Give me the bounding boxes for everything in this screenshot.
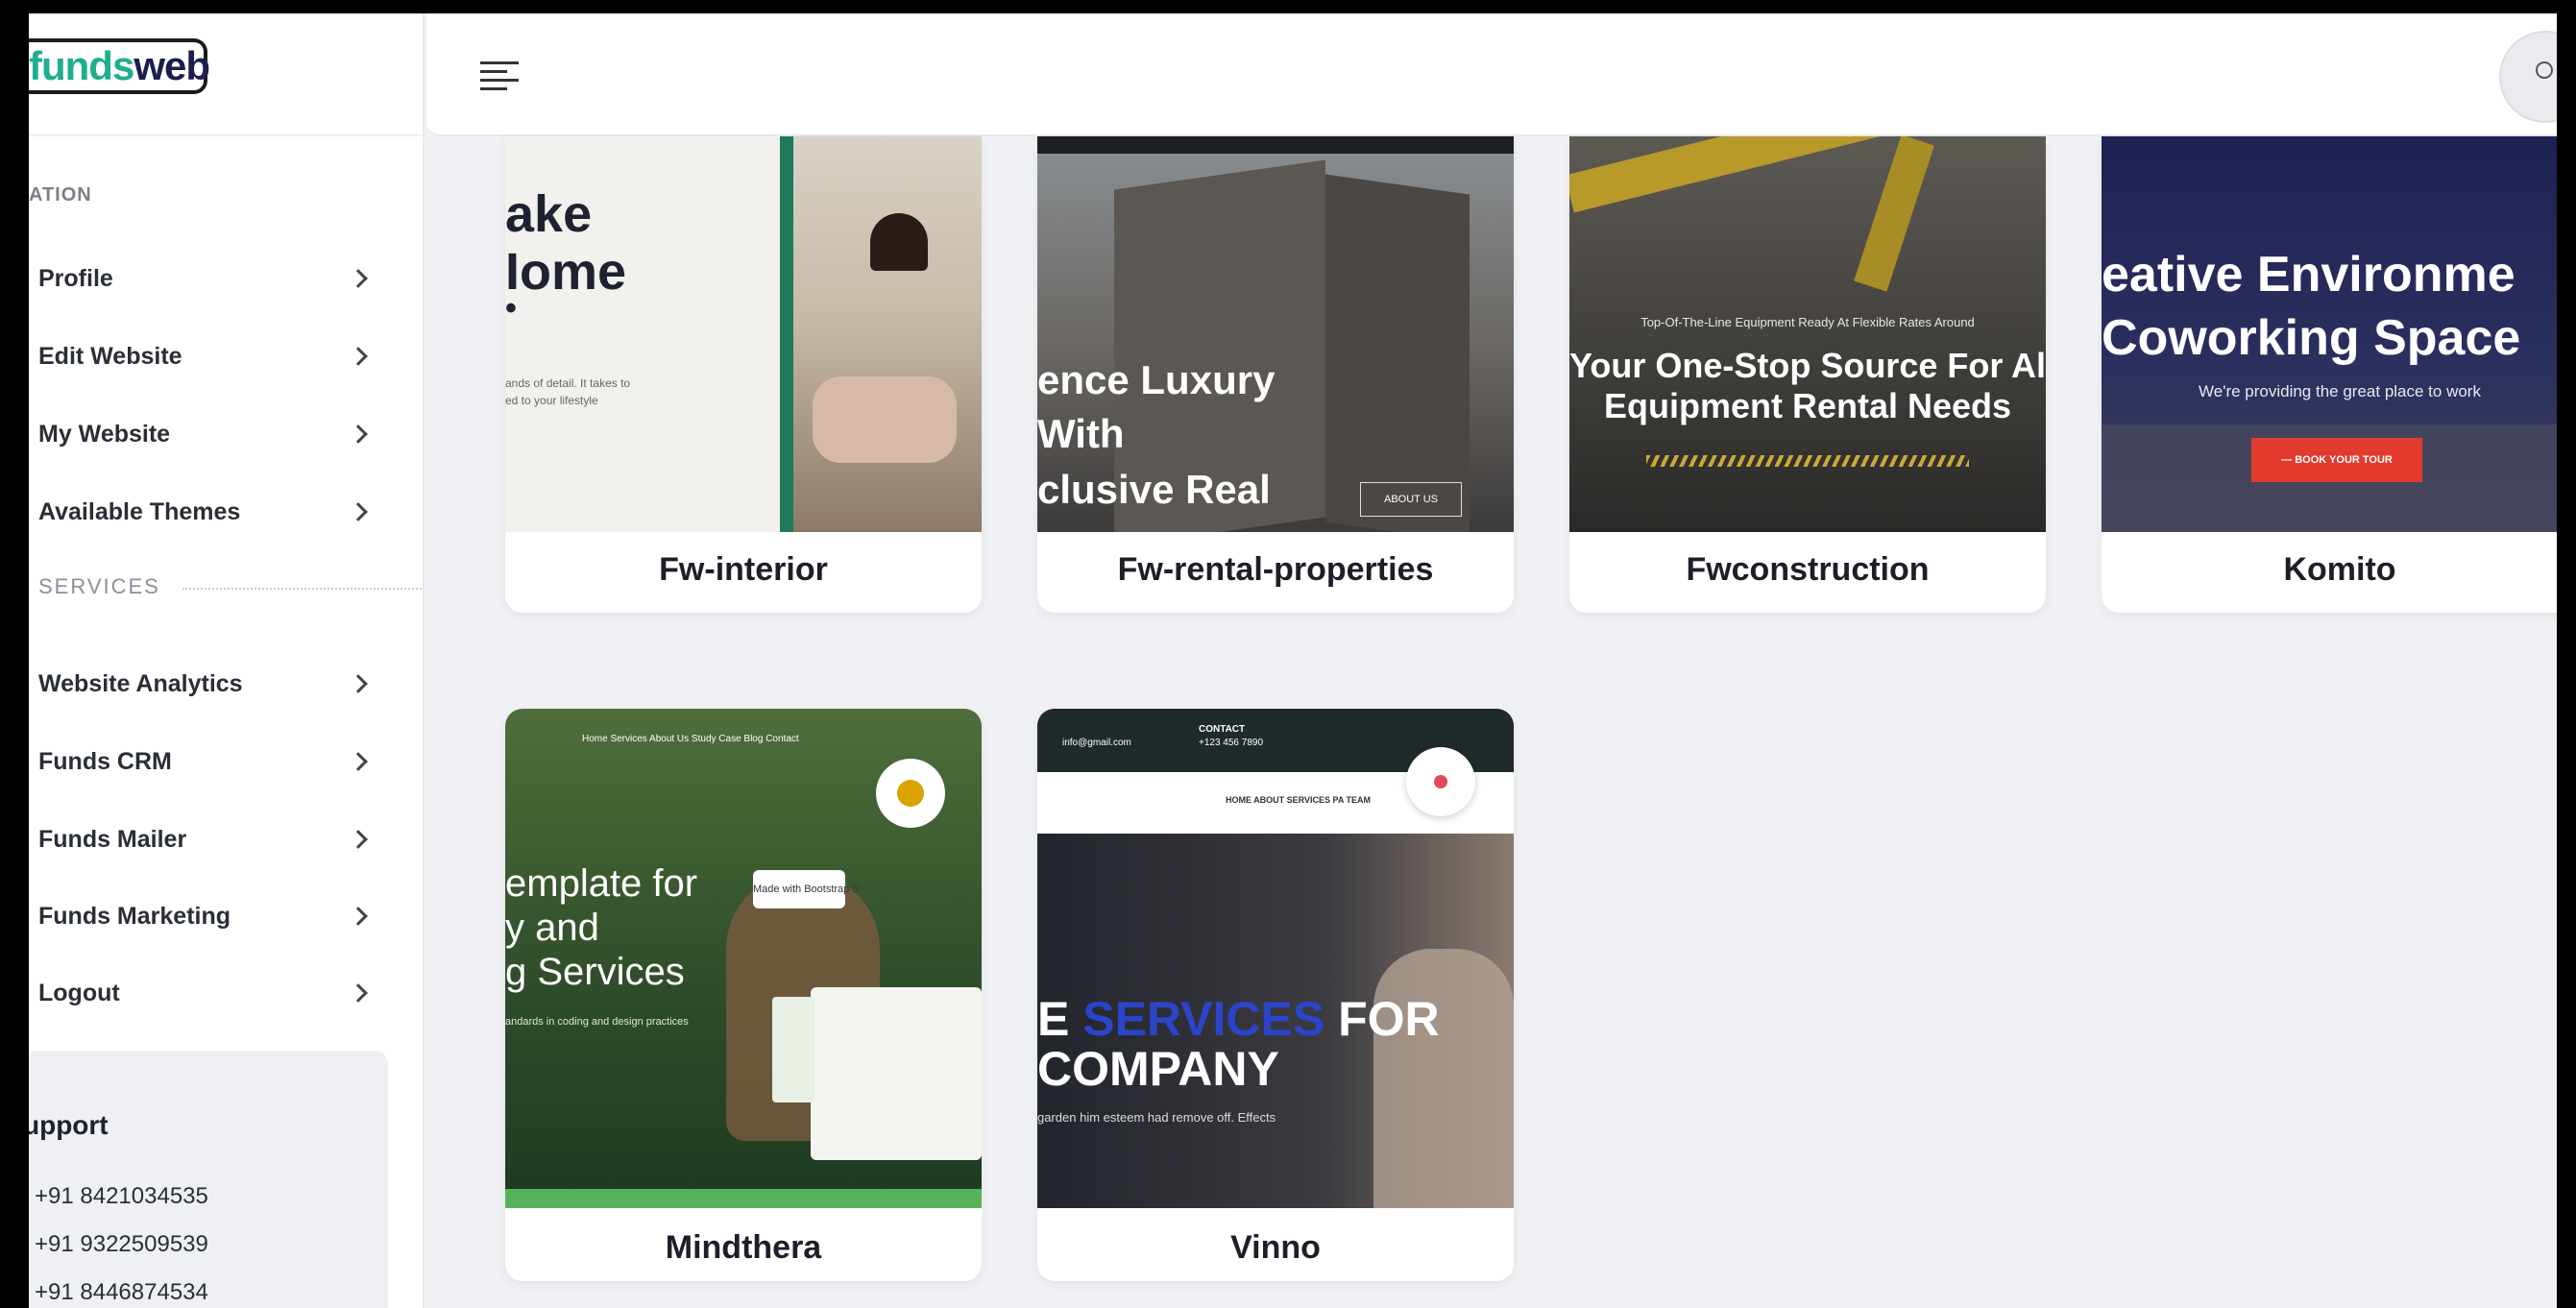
sidebar-item-label: Funds Mailer (38, 825, 187, 853)
section-label-services: SERVICES (38, 574, 423, 599)
logo-area: fundsweb (29, 13, 423, 136)
chevron-right-icon (349, 424, 368, 444)
sidebar-item-funds-marketing[interactable]: Funds Marketing (29, 887, 375, 945)
top-header (426, 13, 2557, 136)
chevron-right-icon (349, 830, 368, 849)
sidebar-item-label: Website Analytics (38, 669, 243, 697)
sidebar-item-label: Available Themes (38, 497, 241, 525)
theme-preview-image: info@gmail.com CONTACT +123 456 7890 HOM… (1037, 709, 1514, 1208)
theme-name: Komito (2283, 551, 2396, 588)
theme-preview-image: ence Luxury With clusive Real ABOUT US (1037, 136, 1514, 532)
sidebar-item-edit-website[interactable]: Edit Website (29, 327, 375, 385)
support-title: upport (29, 1110, 109, 1140)
sidebar-item-funds-mailer[interactable]: Funds Mailer (29, 811, 375, 868)
support-phone[interactable]: +91 8421034535 (35, 1183, 208, 1210)
theme-card-vinno[interactable]: info@gmail.com CONTACT +123 456 7890 HOM… (1037, 709, 1514, 1281)
theme-name: Fwconstruction (1686, 551, 1930, 588)
theme-preview-image: ake Iome • ands of detail. It takes to e… (505, 136, 982, 532)
theme-card-fw-interior[interactable]: ake Iome • ands of detail. It takes to e… (505, 136, 982, 613)
theme-name: Mindthera (665, 1229, 822, 1266)
app-screen: fundsweb ATION Profile Edit Website My W… (29, 13, 2557, 1308)
chevron-right-icon (349, 269, 368, 288)
fundsweb-logo[interactable]: fundsweb (29, 38, 210, 94)
section-divider (182, 588, 423, 590)
sidebar-item-label: Funds Marketing (38, 902, 231, 930)
theme-preview-image: Top-Of-The-Line Equipment Ready At Flexi… (1569, 136, 2046, 532)
support-phone[interactable]: +91 9322509539 (35, 1231, 208, 1258)
sidebar-item-funds-crm[interactable]: Funds CRM (29, 733, 375, 790)
sidebar-item-logout[interactable]: Logout (29, 964, 375, 1022)
chevron-right-icon (349, 502, 368, 521)
theme-card-fwconstruction[interactable]: Top-Of-The-Line Equipment Ready At Flexi… (1569, 136, 2046, 613)
chevron-right-icon (349, 907, 368, 926)
sidebar-item-label: Profile (38, 264, 113, 292)
sidebar-item-profile[interactable]: Profile (29, 250, 375, 307)
chevron-right-icon (349, 347, 368, 366)
theme-name: Vinno (1230, 1229, 1321, 1266)
theme-card-komito[interactable]: eative Environme Coworking Space We're p… (2102, 136, 2557, 613)
theme-name: Fw-interior (659, 551, 828, 588)
menu-toggle-icon[interactable] (480, 61, 519, 90)
sidebar-item-website-analytics[interactable]: Website Analytics (29, 655, 375, 713)
theme-name: Fw-rental-properties (1117, 551, 1434, 588)
theme-card-mindthera[interactable]: Home Services About Us Study Case Blog C… (505, 709, 982, 1281)
support-phone[interactable]: +91 8446874534 (35, 1279, 208, 1306)
sidebar-item-label: My Website (38, 420, 171, 448)
chevron-right-icon (349, 674, 368, 693)
user-icon (2536, 61, 2553, 79)
theme-preview-image: eative Environme Coworking Space We're p… (2102, 136, 2557, 532)
theme-card-fw-rental-properties[interactable]: ence Luxury With clusive Real ABOUT US F… (1037, 136, 1514, 613)
sidebar: fundsweb ATION Profile Edit Website My W… (29, 13, 425, 1308)
sidebar-item-label: Edit Website (38, 342, 182, 370)
section-label-navigation: ATION (29, 184, 92, 206)
sidebar-item-label: Logout (38, 979, 120, 1006)
chevron-right-icon (349, 983, 368, 1003)
theme-preview-image: Home Services About Us Study Case Blog C… (505, 709, 982, 1208)
chevron-right-icon (349, 752, 368, 771)
user-avatar[interactable] (2499, 31, 2557, 123)
sidebar-item-my-website[interactable]: My Website (29, 405, 375, 463)
support-panel: upport +91 8421034535 +91 9322509539 +91… (29, 1051, 388, 1308)
sidebar-item-available-themes[interactable]: Available Themes (29, 483, 375, 541)
sidebar-item-label: Funds CRM (38, 747, 172, 775)
